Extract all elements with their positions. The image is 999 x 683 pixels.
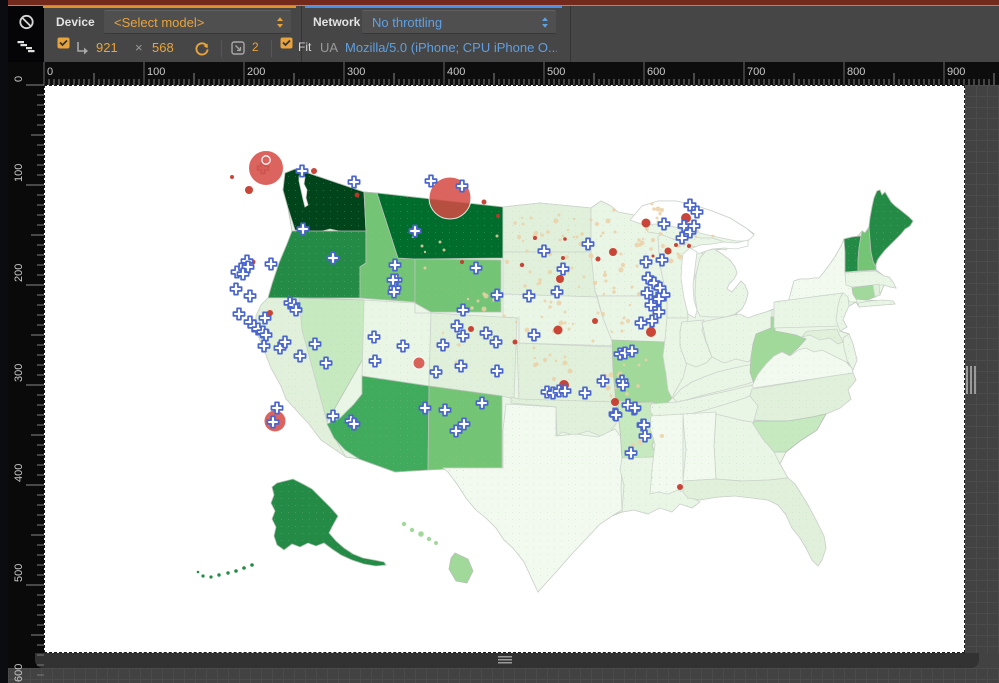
svg-text:400: 400 xyxy=(447,66,465,78)
svg-text:100: 100 xyxy=(147,66,165,78)
svg-text:100: 100 xyxy=(13,164,25,182)
svg-text:400: 400 xyxy=(13,464,25,482)
svg-text:300: 300 xyxy=(13,364,25,382)
svg-text:0: 0 xyxy=(47,66,53,78)
svg-text:900: 900 xyxy=(947,66,965,78)
svg-text:500: 500 xyxy=(13,564,25,582)
svg-text:200: 200 xyxy=(13,264,25,282)
svg-text:0: 0 xyxy=(13,76,25,82)
svg-text:600: 600 xyxy=(647,66,665,78)
svg-text:800: 800 xyxy=(847,66,865,78)
svg-text:300: 300 xyxy=(347,66,365,78)
svg-text:200: 200 xyxy=(247,66,265,78)
svg-text:600: 600 xyxy=(13,664,25,682)
svg-text:700: 700 xyxy=(747,66,765,78)
svg-text:500: 500 xyxy=(547,66,565,78)
